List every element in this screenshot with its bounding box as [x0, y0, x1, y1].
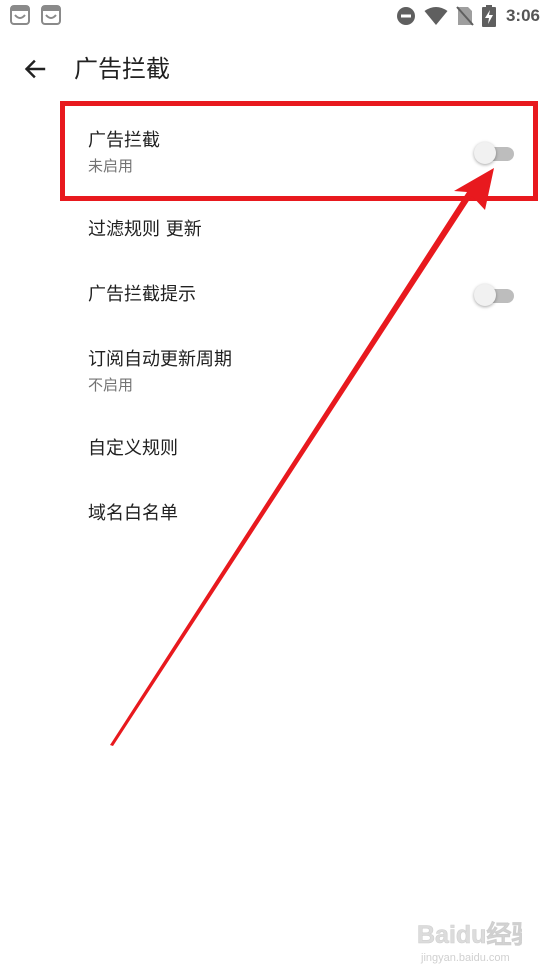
setting-domain-whitelist[interactable]: 域名白名单 [0, 484, 550, 548]
setting-summary: 未启用 [88, 157, 134, 175]
ad-block-toggle[interactable] [474, 140, 518, 166]
setting-ad-block-hint[interactable]: 广告拦截提示 [0, 262, 550, 328]
back-button[interactable] [12, 46, 58, 92]
toggle-thumb [474, 142, 496, 164]
baidu-jingyan-watermark: Baidu经验 jingyan.baidu.com [417, 920, 522, 964]
status-time: 3:06 [505, 6, 540, 25]
do-not-disturb-icon [396, 7, 415, 25]
watermark-logo-text: Baidu经验 [417, 920, 522, 949]
setting-ad-block[interactable]: 广告拦截 未启用 [0, 108, 550, 202]
setting-summary: 不启用 [88, 376, 134, 394]
battery-charging-icon [481, 5, 496, 27]
status-icons: 3:06 [396, 4, 540, 28]
setting-title: 过滤规则 更新 [88, 219, 202, 240]
app-notification-icon [10, 5, 30, 25]
setting-subscription-update-period[interactable]: 订阅自动更新周期 不启用 [0, 328, 550, 420]
no-sim-icon [456, 6, 474, 26]
toggle-thumb [474, 284, 496, 306]
arrow-left-icon [24, 59, 46, 79]
app-bar: 广告拦截 [0, 32, 550, 108]
setting-title: 订阅自动更新周期 [88, 349, 232, 370]
ad-block-hint-toggle[interactable] [474, 282, 518, 308]
status-bar: 3:06 [0, 0, 550, 32]
setting-title: 广告拦截 [88, 130, 160, 151]
setting-title: 广告拦截提示 [88, 284, 196, 305]
page-title: 广告拦截 [74, 55, 170, 83]
app-notification-icon [41, 5, 61, 25]
setting-title: 域名白名单 [88, 503, 178, 524]
wifi-icon [424, 7, 448, 25]
setting-filter-rules-update[interactable]: 过滤规则 更新 [0, 202, 550, 262]
watermark-url-text: jingyan.baidu.com [420, 952, 510, 964]
setting-custom-rules[interactable]: 自定义规则 [0, 420, 550, 484]
setting-title: 自定义规则 [88, 438, 178, 459]
